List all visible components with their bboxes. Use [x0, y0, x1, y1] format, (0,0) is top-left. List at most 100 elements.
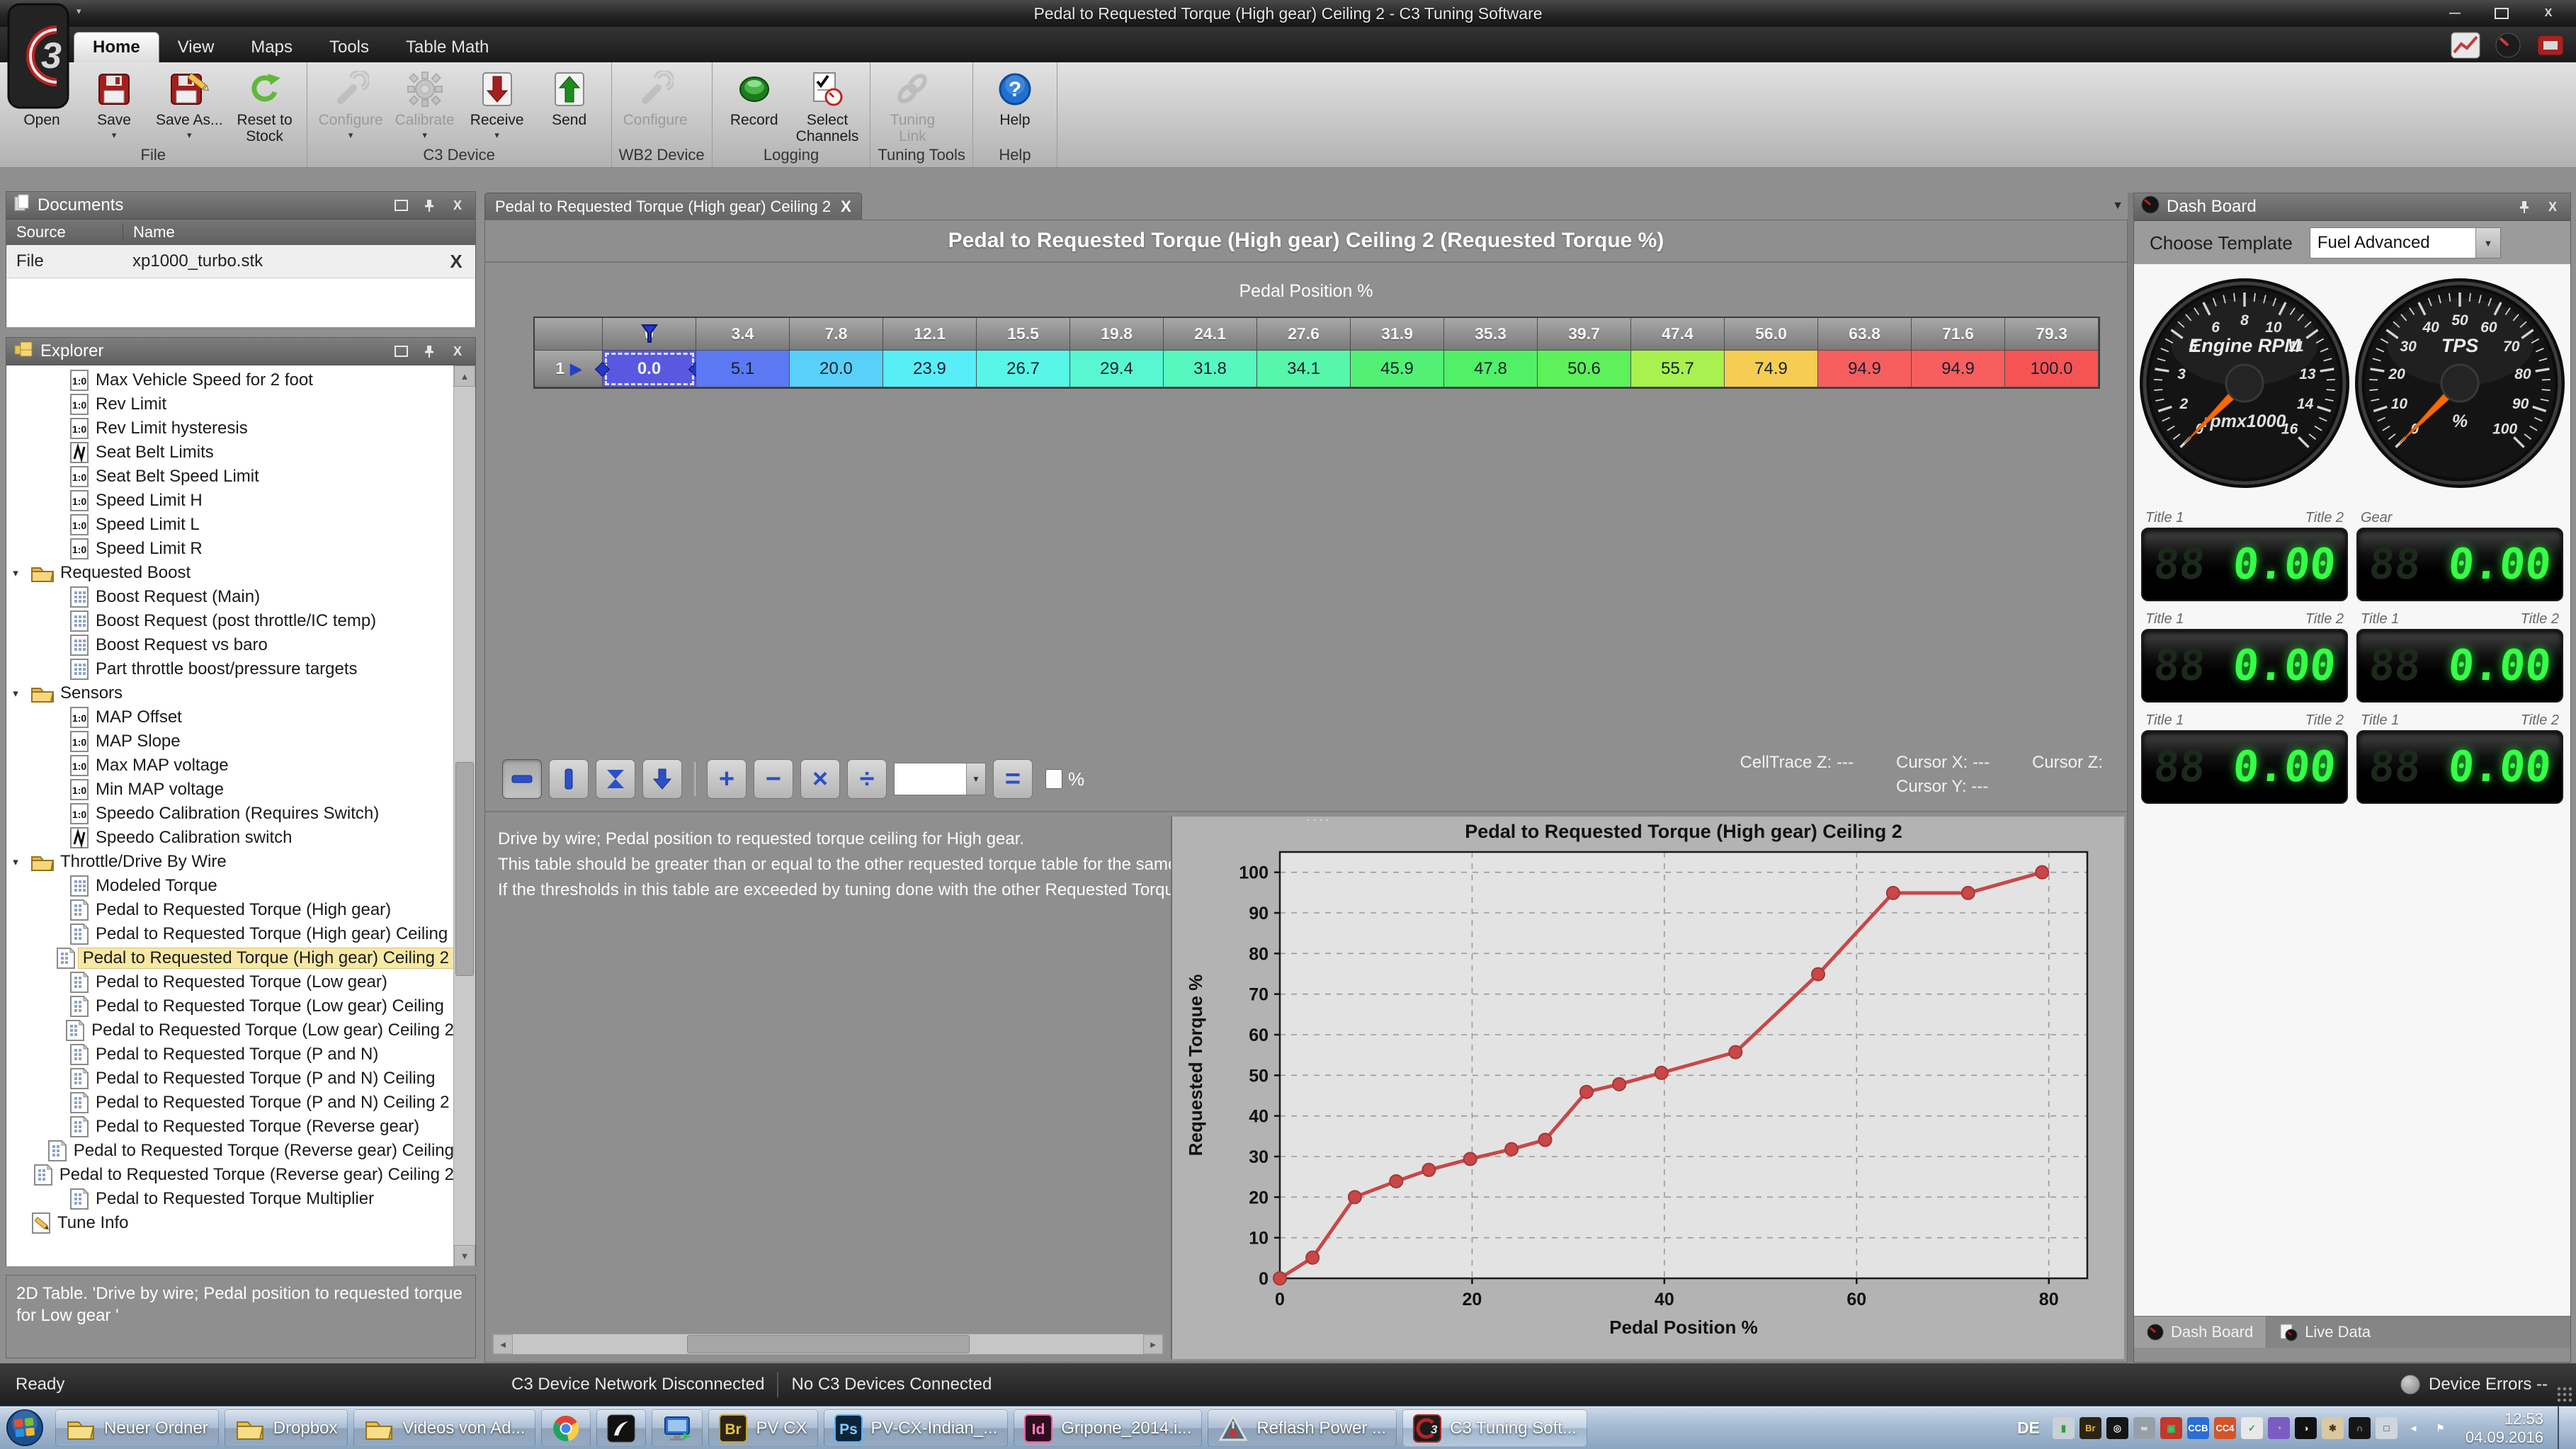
taskbar-button-dropbox[interactable]: Dropbox — [225, 1409, 348, 1447]
explorer-maximize-icon[interactable] — [390, 346, 412, 357]
column-header-cell[interactable]: 79.3 — [2005, 318, 2099, 351]
tree-item[interactable]: Pedal to Requested Torque Multiplier — [6, 1187, 454, 1211]
tree-item[interactable]: Tune Info — [6, 1211, 454, 1235]
tree-expander-icon[interactable]: ▾ — [6, 856, 25, 868]
tree-item[interactable]: 1:0Min MAP voltage — [6, 778, 454, 802]
wb2-gauge-icon[interactable] — [2492, 31, 2524, 63]
tree-item[interactable]: 1:0Speedo Calibration (Requires Switch) — [6, 802, 454, 826]
table-cell[interactable]: 29.4 — [1070, 351, 1164, 387]
combo-value[interactable] — [895, 763, 966, 795]
tree-item[interactable]: Pedal to Requested Torque (High gear) — [6, 898, 454, 922]
select-channels-button[interactable]: Select Channels — [792, 65, 863, 146]
device-errors-label[interactable]: Device Errors -- — [2429, 1375, 2548, 1394]
menu-tab-home[interactable]: Home — [74, 32, 159, 62]
vertical-splitter[interactable] — [2128, 193, 2133, 1363]
menu-tab-view[interactable]: View — [159, 33, 233, 62]
fill-down-button[interactable] — [642, 759, 682, 799]
ccb-tray-icon[interactable]: CCB — [2187, 1417, 2209, 1439]
close-button[interactable]: X — [2528, 4, 2569, 23]
dropdown-arrow-icon[interactable]: ▾ — [112, 130, 117, 141]
tree-item[interactable]: Speedo Calibration switch — [6, 826, 454, 850]
dropdown-arrow-icon[interactable]: ▾ — [348, 130, 353, 141]
tree-expander-icon[interactable]: ▾ — [6, 687, 25, 700]
explorer-pin-icon[interactable] — [419, 344, 440, 358]
column-header-cell[interactable]: 3.4 — [696, 318, 790, 351]
tree-item[interactable]: Pedal to Requested Torque (Reverse gear)… — [6, 1163, 454, 1187]
tree-item[interactable]: 1:0Rev Limit hysteresis — [6, 416, 454, 441]
set-equal-button[interactable]: = — [993, 759, 1033, 799]
tree-item[interactable]: Modeled Torque — [6, 874, 454, 898]
documents-maximize-icon[interactable] — [390, 200, 412, 211]
table-cell[interactable]: 100.0 — [2005, 351, 2099, 387]
tree-item[interactable]: 1:0MAP Offset — [6, 705, 454, 729]
action-center-flag-tray-icon[interactable]: ⚑ — [2429, 1417, 2451, 1439]
adobe-bridge-tray-icon[interactable]: Br — [2079, 1417, 2101, 1439]
tree-expander-icon[interactable]: ▾ — [6, 567, 25, 579]
save-as--button[interactable]: Save As...▾ — [152, 65, 227, 142]
dashboard-pin-icon[interactable] — [2514, 200, 2535, 214]
table-cell[interactable]: 94.9 — [1912, 351, 2005, 387]
multiply-button[interactable]: × — [800, 759, 840, 799]
dashboard-tab-dash-board[interactable]: Dash Board — [2134, 1317, 2266, 1348]
menu-tab-tools[interactable]: Tools — [311, 33, 387, 62]
color-wheel-tray-icon[interactable]: ◔ — [2268, 1417, 2290, 1439]
dropdown-arrow-icon[interactable]: ▾ — [422, 130, 427, 141]
taskbar-button-chrome[interactable] — [541, 1409, 591, 1447]
scroll-down-icon[interactable]: ▼ — [454, 1245, 475, 1266]
tree-item[interactable]: 1:0Max Vehicle Speed for 2 foot — [6, 368, 454, 392]
percent-checkbox-box[interactable] — [1045, 769, 1062, 789]
resize-grip[interactable] — [2556, 1386, 2572, 1402]
table-cell[interactable]: 50.6 — [1538, 351, 1631, 387]
table-cell[interactable]: 47.8 — [1444, 351, 1538, 387]
c3-device-icon[interactable] — [2535, 31, 2566, 63]
template-dropdown-icon[interactable]: ▼ — [2475, 228, 2500, 258]
column-header-cell[interactable]: 24.1 — [1164, 318, 1257, 351]
taskbar-clock[interactable]: 12:53 04.09.2016 — [2458, 1410, 2551, 1447]
scroll-right-icon[interactable]: ► — [1143, 1334, 1163, 1354]
column-selection-button[interactable] — [549, 759, 589, 799]
tree-item[interactable]: Boost Request vs baro — [6, 633, 454, 657]
show-desktop-button[interactable] — [2558, 1407, 2576, 1449]
taskbar-button-pv-cx[interactable]: BrPV CX — [708, 1409, 817, 1447]
camera-tray-icon[interactable]: ◎ — [2106, 1417, 2128, 1439]
explorer-close-icon[interactable]: X — [447, 344, 468, 359]
column-header-cell[interactable]: 35.3 — [1444, 318, 1538, 351]
minimize-button[interactable]: — — [2434, 4, 2475, 23]
fit-selection-button[interactable] — [596, 759, 635, 799]
tab-list-dropdown-icon[interactable]: ▼ — [2112, 200, 2123, 212]
tree-item[interactable]: Part throttle boost/pressure targets — [6, 657, 454, 681]
column-header-cell[interactable]: 7.8 — [790, 318, 883, 351]
tree-item[interactable]: 1:0Max MAP voltage — [6, 754, 454, 778]
tree-item[interactable]: 1:0MAP Slope — [6, 729, 454, 754]
documents-col-name[interactable]: Name — [123, 223, 475, 242]
tree-item[interactable]: Pedal to Requested Torque (Low gear) — [6, 970, 454, 994]
tree-item[interactable]: Pedal to Requested Torque (High gear) Ce… — [6, 946, 454, 970]
volume-tray-icon[interactable]: ◄ — [2402, 1417, 2424, 1439]
tree-item[interactable]: Pedal to Requested Torque (P and N) — [6, 1042, 454, 1067]
menu-tab-maps[interactable]: Maps — [232, 33, 311, 62]
tree-item[interactable]: Pedal to Requested Torque (P and N) Ceil… — [6, 1091, 454, 1115]
column-header-cell[interactable]: 71.6 — [1912, 318, 2005, 351]
reset-to-stock-button[interactable]: Reset to Stock — [230, 65, 300, 146]
quick-access-toolbar[interactable]: ▾ — [76, 6, 81, 17]
documents-close-icon[interactable]: X — [447, 198, 468, 213]
subtract-button[interactable]: − — [754, 759, 793, 799]
send-button[interactable]: Send — [535, 65, 604, 130]
row-selection-button[interactable] — [502, 759, 542, 799]
usb-eject-icon[interactable]: ▮ — [2053, 1417, 2075, 1439]
taskbar-button-gripone-2014-i-[interactable]: IdGripone_2014.i... — [1014, 1409, 1202, 1447]
column-header-cell[interactable]: 31.9 — [1351, 318, 1444, 351]
photo-app-tray-icon[interactable]: ◑ — [2295, 1417, 2317, 1439]
dropdown-arrow-icon[interactable]: ▾ — [494, 130, 499, 141]
scrollbar-thumb[interactable] — [455, 762, 474, 976]
dropbox-sync-tray-icon[interactable]: ✓ — [2241, 1417, 2263, 1439]
tree-item[interactable]: Pedal to Requested Torque (Reverse gear)… — [6, 1139, 454, 1163]
table-cell[interactable]: 94.9 — [1818, 351, 1912, 387]
tree-item[interactable]: 1:0Rev Limit — [6, 392, 454, 416]
dual-monitor-tray-icon[interactable]: ▣ — [2160, 1417, 2182, 1439]
start-button[interactable] — [6, 1409, 44, 1449]
document-close-icon[interactable]: X — [437, 251, 475, 273]
row-header-cell[interactable]: 1▶ — [535, 351, 603, 387]
scroll-left-icon[interactable]: ◄ — [493, 1334, 513, 1354]
table-cell[interactable]: 23.9 — [883, 351, 977, 387]
